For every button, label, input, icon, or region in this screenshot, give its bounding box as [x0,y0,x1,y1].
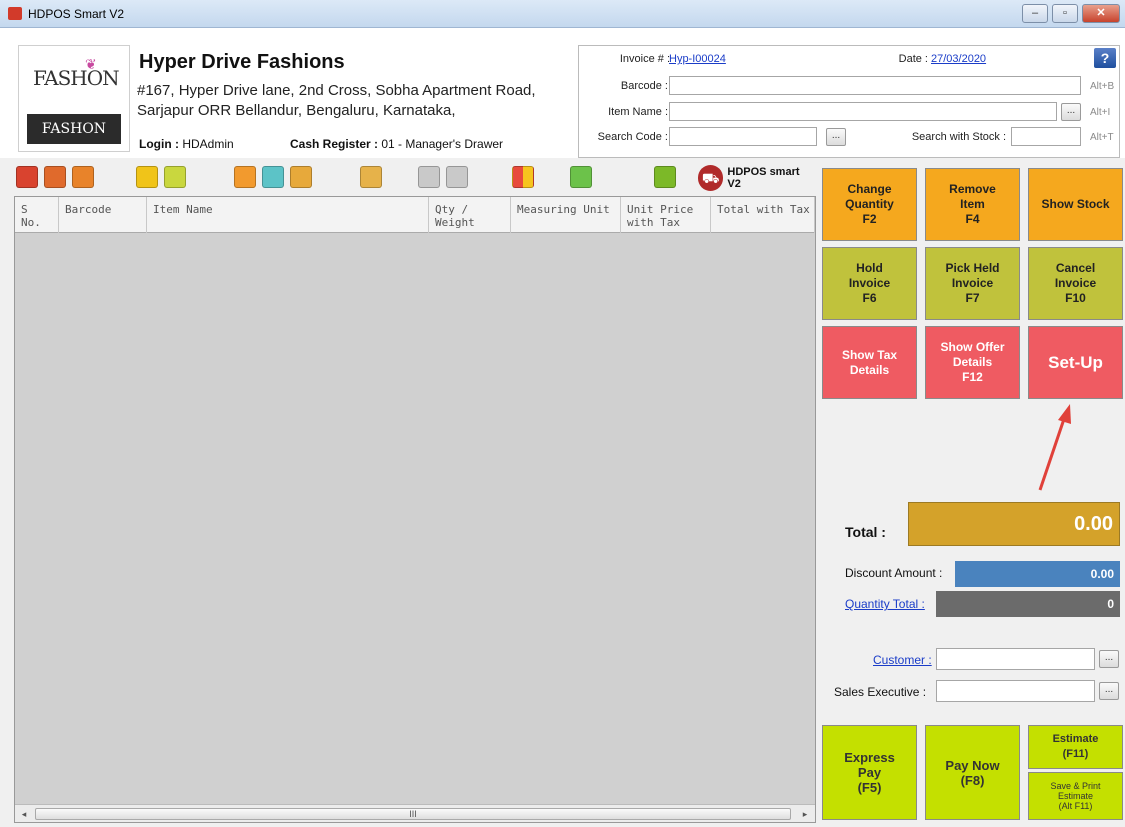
quantity-total-link[interactable]: Quantity Total : [845,597,925,611]
annotation-arrow [1038,404,1071,491]
save-print-estimate-button[interactable]: Save & Print Estimate (Alt F11) [1028,772,1123,820]
express-pay-button[interactable]: Express Pay (F5) [822,725,917,820]
sales-executive-label: Sales Executive : [834,685,927,699]
arrow-head [1058,404,1071,424]
arrow-shaft [1038,415,1067,491]
customer-search-button[interactable]: ... [1099,650,1119,668]
customer-link[interactable]: Customer : [873,653,932,667]
customer-field[interactable] [936,648,1095,670]
discount-amount: 0.00 [955,561,1120,587]
total-label: Total : [845,524,886,540]
pay-now-button[interactable]: Pay Now (F8) [925,725,1020,820]
quantity-total-value: 0 [936,591,1120,617]
sales-executive-field[interactable] [936,680,1095,702]
pos-window: HDPOS Smart V2 – ▫ ✕ ❦ FASHON FASHON Hyp… [0,0,1125,827]
discount-label: Discount Amount : [845,566,943,580]
total-amount: 0.00 [908,502,1120,546]
sales-executive-search-button[interactable]: ... [1099,682,1119,700]
estimate-button[interactable]: Estimate (F11) [1028,725,1123,769]
